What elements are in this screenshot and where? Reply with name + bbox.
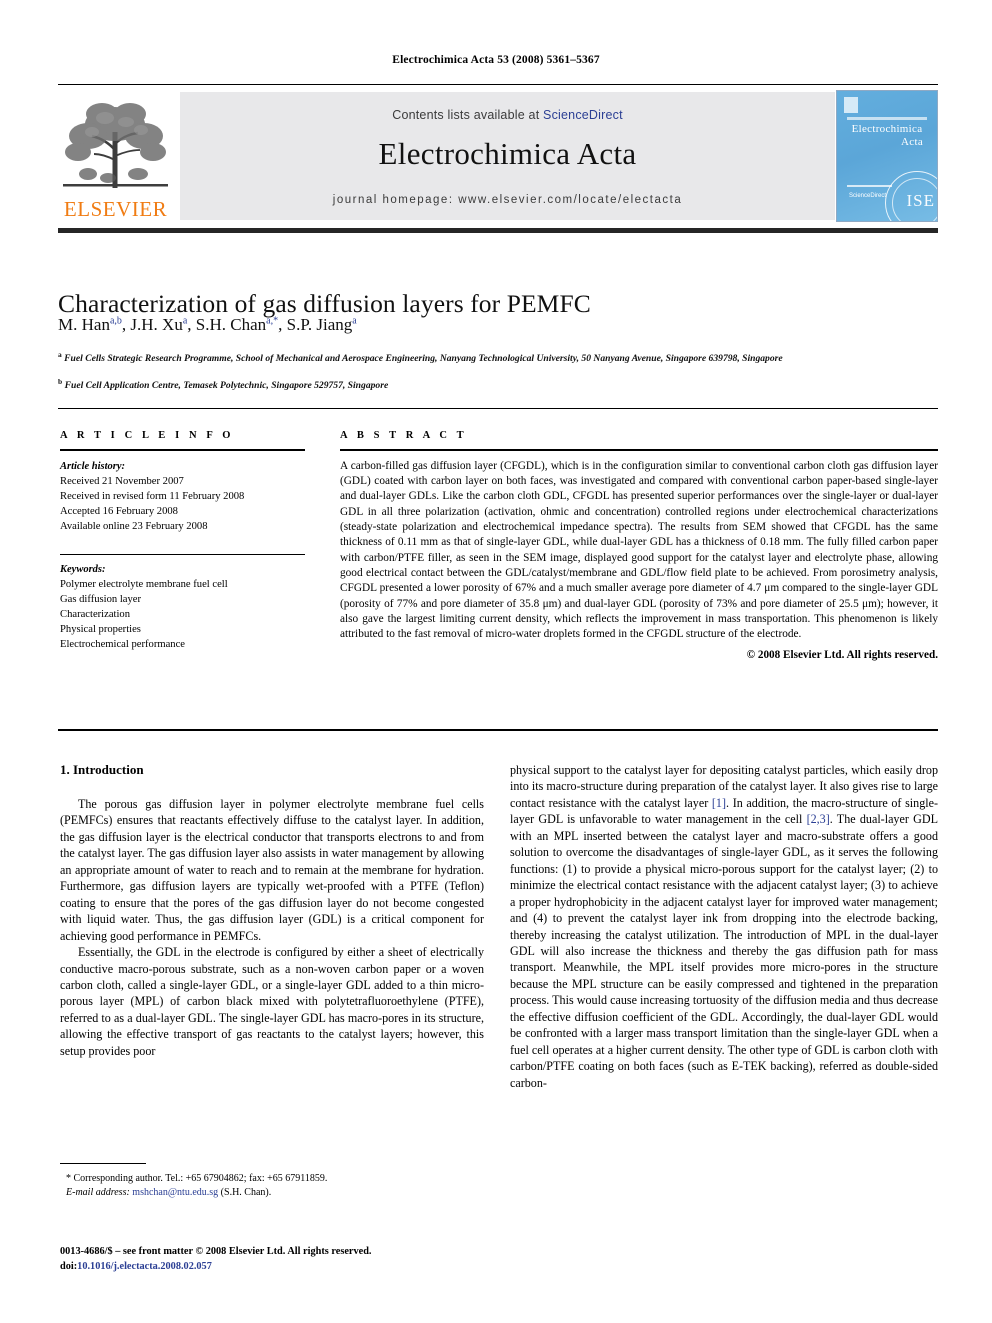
citation-ref-2[interactable]: [2,3]: [807, 812, 830, 826]
author-list: M. Hana,b, J.H. Xua, S.H. Chana,*, S.P. …: [58, 315, 357, 334]
journal-masthead: ELSEVIER Contents lists available at Sci…: [58, 90, 938, 222]
abstract-bottom-rule: [58, 729, 938, 731]
email-note: E-mail address: mshchan@ntu.edu.sg (S.H.…: [60, 1186, 484, 1200]
history-item: Received in revised form 11 February 200…: [60, 490, 245, 502]
affiliation-b-text: Fuel Cell Application Centre, Temasek Po…: [64, 380, 389, 392]
article-info-rule: [60, 449, 305, 451]
footer-issn-block: 0013-4686/$ – see front matter © 2008 El…: [60, 1245, 520, 1274]
body-column-left: 1. Introduction The porous gas diffusion…: [60, 762, 484, 1059]
abstract-copyright: © 2008 Elsevier Ltd. All rights reserved…: [746, 648, 938, 661]
ise-seal-text: ISE: [906, 191, 935, 210]
contents-prefix: Contents lists available at: [392, 108, 544, 122]
corresponding-author-note: * Corresponding author. Tel.: +65 679048…: [66, 1173, 328, 1184]
cover-title: Electrochimica Acta: [837, 123, 937, 149]
sciencedirect-link[interactable]: ScienceDirect: [543, 108, 623, 122]
cover-elsevier-mark: [844, 97, 858, 113]
doi-link[interactable]: 10.1016/j.electacta.2008.02.057: [77, 1261, 212, 1272]
footnote-block: * Corresponding author. Tel.: +65 679048…: [60, 1172, 484, 1200]
cover-foot-caption: ScienceDirect: [849, 193, 887, 199]
footnote-rule: [60, 1163, 146, 1165]
keyword-item: Polymer electrolyte membrane fuel cell: [60, 579, 228, 591]
title-bottom-rule: [58, 408, 938, 409]
running-head: Electrochimica Acta 53 (2008) 5361–5367: [392, 54, 600, 66]
contents-line: Contents lists available at ScienceDirec…: [180, 108, 835, 122]
journal-cover-thumbnail: Electrochimica Acta ScienceDirect ISE: [836, 90, 938, 222]
journal-homepage[interactable]: journal homepage: www.elsevier.com/locat…: [180, 194, 835, 206]
header-rule: [58, 84, 938, 85]
abstract-text: A carbon-filled gas diffusion layer (CFG…: [340, 459, 938, 641]
journal-band: Contents lists available at ScienceDirec…: [180, 92, 835, 220]
section-heading-introduction: 1. Introduction: [60, 762, 144, 777]
keyword-item: Characterization: [60, 609, 130, 621]
keywords-label: Keywords:: [60, 564, 106, 576]
abstract-column: A B S T R A C T A carbon-filled gas diff…: [340, 430, 938, 661]
email-suffix: (S.H. Chan).: [220, 1187, 272, 1198]
article-info-column: A R T I C L E I N F O Article history: R…: [60, 430, 305, 652]
citation-ref-1[interactable]: [1]: [712, 796, 726, 810]
cover-title-line1: Electrochimica: [851, 123, 923, 135]
affiliation-b: b Fuel Cell Application Centre, Temasek …: [58, 377, 389, 392]
paper-page: Electrochimica Acta 53 (2008) 5361–5367: [0, 0, 992, 1323]
keyword-item: Gas diffusion layer: [60, 594, 142, 606]
abstract-rule: [340, 449, 938, 451]
affiliation-a: a Fuel Cells Strategic Research Programm…: [58, 350, 783, 365]
cover-title-line2: Acta: [901, 136, 923, 148]
keyword-item: Electrochemical performance: [60, 639, 185, 651]
affiliation-a-text: Fuel Cells Strategic Research Programme,…: [64, 353, 783, 365]
intro-text-part-3: . The dual-layer GDL with an MPL inserte…: [510, 812, 938, 1090]
elsevier-logo: ELSEVIER: [58, 92, 173, 220]
email-label: E-mail address:: [66, 1187, 130, 1198]
cover-divider: [847, 185, 892, 187]
issn-line: 0013-4686/$ – see front matter © 2008 El…: [60, 1246, 372, 1257]
history-item: Accepted 16 February 2008: [60, 505, 178, 517]
doi-line: doi:10.1016/j.electacta.2008.02.057: [60, 1260, 520, 1275]
abstract-heading: A B S T R A C T: [340, 430, 468, 441]
masthead-bottom-rule: [58, 228, 938, 233]
intro-paragraph-1: The porous gas diffusion layer in polyme…: [60, 797, 484, 943]
cover-caption-rule: [847, 117, 927, 120]
body-column-right: physical support to the catalyst layer f…: [510, 762, 938, 1091]
journal-title: Electrochimica Acta: [378, 136, 637, 171]
intro-paragraph-2: Essentially, the GDL in the electrode is…: [60, 945, 484, 1058]
email-link[interactable]: mshchan@ntu.edu.sg: [132, 1187, 218, 1198]
keywords-rule: [60, 553, 305, 556]
intro-paragraph-3: physical support to the catalyst layer f…: [510, 762, 938, 1091]
history-item: Received 21 November 2007: [60, 475, 184, 487]
article-history-label: Article history:: [60, 460, 126, 472]
article-info-heading: A R T I C L E I N F O: [60, 430, 235, 441]
keyword-item: Physical properties: [60, 624, 141, 636]
history-item: Available online 23 February 2008: [60, 520, 208, 532]
elsevier-wordmark: ELSEVIER: [63, 197, 168, 221]
doi-label: doi:: [60, 1260, 78, 1272]
